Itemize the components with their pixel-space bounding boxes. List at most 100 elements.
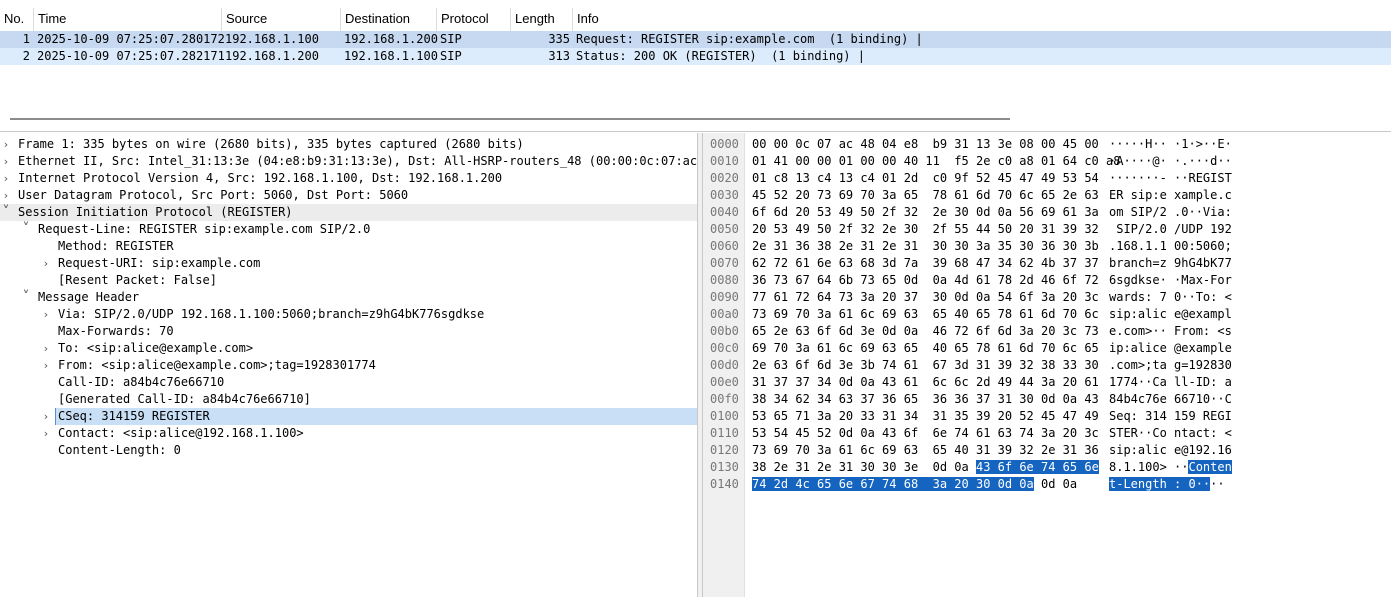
tree-node[interactable]: › Via: SIP/2.0/UDP 192.168.1.100:5060;bra… <box>0 306 697 323</box>
ascii-text[interactable]: sip:alic e@exampl <box>1109 306 1232 323</box>
hex-bytes[interactable]: 69 70 3a 61 6c 69 63 65 40 65 78 61 6d 7… <box>752 340 1099 357</box>
ascii-text[interactable]: e.com>·· From: <s <box>1109 323 1232 340</box>
packet-bytes-pane[interactable]: 0000 00 00 0c 07 ac 48 04 e8 b9 31 13 3e … <box>703 133 1391 597</box>
expand-arrow-icon[interactable]: ˅ <box>21 289 31 306</box>
hex-bytes[interactable]: 2e 63 6f 6d 3e 3b 74 61 67 3d 31 39 32 3… <box>752 357 1099 374</box>
hex-bytes[interactable]: 77 61 72 64 73 3a 20 37 30 0d 0a 54 6f 3… <box>752 289 1099 306</box>
packet-details-pane[interactable]: › Frame 1: 335 bytes on wire (2680 bits),… <box>0 133 697 597</box>
ascii-text[interactable]: ·A····@· ·.···d·· <box>1109 153 1232 170</box>
hex-bytes[interactable]: 53 54 45 52 0d 0a 43 6f 6e 74 61 63 74 3… <box>752 425 1099 442</box>
collapse-arrow-icon[interactable]: › <box>41 357 51 374</box>
hex-bytes[interactable]: 01 c8 13 c4 13 c4 01 2d c0 9f 52 45 47 4… <box>752 170 1099 187</box>
hex-bytes[interactable]: 2e 31 36 38 2e 31 2e 31 30 30 3a 35 30 3… <box>752 238 1099 255</box>
ascii-text[interactable]: 6sgdkse· ·Max-For <box>1109 272 1232 289</box>
hex-row[interactable]: 0070 62 72 61 6e 63 68 3d 7a 39 68 47 34 … <box>703 255 1391 272</box>
ascii-text[interactable]: ·······- ··REGIST <box>1109 170 1232 187</box>
hex-row[interactable]: 00e0 31 37 37 34 0d 0a 43 61 6c 6c 2d 49 … <box>703 374 1391 391</box>
hex-row[interactable]: 0100 53 65 71 3a 20 33 31 34 31 35 39 20 … <box>703 408 1391 425</box>
hex-row[interactable]: 0080 36 73 67 64 6b 73 65 0d 0a 4d 61 78 … <box>703 272 1391 289</box>
tree-node[interactable]: ˅ Message Header <box>0 289 697 306</box>
expand-arrow-icon[interactable]: ˅ <box>21 221 31 238</box>
hex-row[interactable]: 00c0 69 70 3a 61 6c 69 63 65 40 65 78 61 … <box>703 340 1391 357</box>
hex-row[interactable]: 0030 45 52 20 73 69 70 3a 65 78 61 6d 70 … <box>703 187 1391 204</box>
pane-divider[interactable] <box>0 131 1391 132</box>
hex-bytes[interactable]: 38 2e 31 2e 31 30 30 3e 0d 0a 43 6f 6e 7… <box>752 459 1099 476</box>
tree-node[interactable]: Method: REGISTER <box>0 238 697 255</box>
hex-bytes[interactable]: 74 2d 4c 65 6e 67 74 68 3a 20 30 0d 0a 0… <box>752 476 1077 493</box>
hex-row[interactable]: 0010 01 41 00 00 01 00 00 40 11 f5 2e c0 … <box>703 153 1391 170</box>
ascii-text[interactable]: SIP/2.0 /UDP 192 <box>1109 221 1232 238</box>
collapse-arrow-icon[interactable]: › <box>41 425 51 442</box>
tree-node[interactable]: [Generated Call-ID: a84b4c76e66710] <box>0 391 697 408</box>
ascii-text[interactable]: ER sip:e xample.c <box>1109 187 1232 204</box>
hex-bytes[interactable]: 31 37 37 34 0d 0a 43 61 6c 6c 2d 49 44 3… <box>752 374 1099 391</box>
collapse-arrow-icon[interactable]: › <box>41 255 51 272</box>
hex-row[interactable]: 0060 2e 31 36 38 2e 31 2e 31 30 30 3a 35 … <box>703 238 1391 255</box>
tree-node[interactable]: Call-ID: a84b4c76e66710 <box>0 374 697 391</box>
ascii-text[interactable]: sip:alic e@192.16 <box>1109 442 1232 459</box>
packet-list-pane[interactable]: No. Time Source Destination Protocol Len… <box>0 0 1391 120</box>
ascii-text[interactable]: branch=z 9hG4bK77 <box>1109 255 1232 272</box>
ascii-text[interactable]: t-Length : 0···· <box>1109 476 1225 493</box>
tree-node[interactable]: › To: <sip:alice@example.com> <box>0 340 697 357</box>
ascii-text[interactable]: 8.1.100> ··Conten <box>1109 459 1232 476</box>
collapse-arrow-icon[interactable]: › <box>41 408 51 425</box>
tree-node[interactable]: [Resent Packet: False] <box>0 272 697 289</box>
hex-row[interactable]: 00b0 65 2e 63 6f 6d 3e 0d 0a 46 72 6f 6d … <box>703 323 1391 340</box>
hex-bytes[interactable]: 00 00 0c 07 ac 48 04 e8 b9 31 13 3e 08 0… <box>752 136 1099 153</box>
ascii-text[interactable]: .com>;ta g=192830 <box>1109 357 1232 374</box>
hex-bytes[interactable]: 20 53 49 50 2f 32 2e 30 2f 55 44 50 20 3… <box>752 221 1099 238</box>
collapse-arrow-icon[interactable]: › <box>1 136 11 153</box>
tree-node[interactable]: › Contact: <sip:alice@192.168.1.100> <box>0 425 697 442</box>
column-header-length[interactable]: Length <box>511 8 573 32</box>
hex-row[interactable]: 0020 01 c8 13 c4 13 c4 01 2d c0 9f 52 45 … <box>703 170 1391 187</box>
hex-row[interactable]: 0120 73 69 70 3a 61 6c 69 63 65 40 31 39 … <box>703 442 1391 459</box>
ascii-text[interactable]: 84b4c76e 66710··C <box>1109 391 1232 408</box>
collapse-arrow-icon[interactable]: › <box>1 187 11 204</box>
ascii-text[interactable]: 1774··Ca ll-ID: a <box>1109 374 1232 391</box>
tree-node[interactable]: › Internet Protocol Version 4, Src: 192.1… <box>0 170 697 187</box>
hex-row[interactable]: 0130 38 2e 31 2e 31 30 30 3e 0d 0a 43 6f … <box>703 459 1391 476</box>
column-header-info[interactable]: Info <box>573 8 1391 32</box>
packet-row[interactable]: 1 2025-10-09 07:25:07.280172 192.168.1.1… <box>0 31 1391 48</box>
horizontal-scrollbar[interactable] <box>10 118 1010 120</box>
ascii-text[interactable]: ip:alice @example <box>1109 340 1232 357</box>
hex-row[interactable]: 00f0 38 34 62 34 63 37 36 65 36 36 37 31 … <box>703 391 1391 408</box>
hex-row[interactable]: 0110 53 54 45 52 0d 0a 43 6f 6e 74 61 63 … <box>703 425 1391 442</box>
tree-node[interactable]: › Ethernet II, Src: Intel_31:13:3e (04:e8… <box>0 153 697 170</box>
hex-bytes[interactable]: 38 34 62 34 63 37 36 65 36 36 37 31 30 0… <box>752 391 1099 408</box>
hex-row[interactable]: 0140 74 2d 4c 65 6e 67 74 68 3a 20 30 0d … <box>703 476 1391 493</box>
column-header-protocol[interactable]: Protocol <box>437 8 511 32</box>
tree-node[interactable]: ˅ Request-Line: REGISTER sip:example.com … <box>0 221 697 238</box>
tree-node[interactable]: › Frame 1: 335 bytes on wire (2680 bits),… <box>0 136 697 153</box>
column-header-destination[interactable]: Destination <box>341 8 437 32</box>
tree-node[interactable]: Max-Forwards: 70 <box>0 323 697 340</box>
ascii-text[interactable]: om SIP/2 .0··Via: <box>1109 204 1232 221</box>
hex-bytes[interactable]: 36 73 67 64 6b 73 65 0d 0a 4d 61 78 2d 4… <box>752 272 1099 289</box>
ascii-text[interactable]: wards: 7 0··To: < <box>1109 289 1232 306</box>
hex-bytes[interactable]: 45 52 20 73 69 70 3a 65 78 61 6d 70 6c 6… <box>752 187 1099 204</box>
hex-bytes[interactable]: 73 69 70 3a 61 6c 69 63 65 40 31 39 32 2… <box>752 442 1099 459</box>
hex-row[interactable]: 00a0 73 69 70 3a 61 6c 69 63 65 40 65 78 … <box>703 306 1391 323</box>
tree-node[interactable]: › Request-URI: sip:example.com <box>0 255 697 272</box>
ascii-text[interactable]: Seq: 314 159 REGI <box>1109 408 1232 425</box>
ascii-text[interactable]: ·····H·· ·1·>··E· <box>1109 136 1232 153</box>
tree-node[interactable]: › CSeq: 314159 REGISTER <box>0 408 697 425</box>
column-header-no[interactable]: No. <box>0 8 34 32</box>
collapse-arrow-icon[interactable]: › <box>1 153 11 170</box>
tree-node[interactable]: › From: <sip:alice@example.com>;tag=19283… <box>0 357 697 374</box>
hex-bytes[interactable]: 73 69 70 3a 61 6c 69 63 65 40 65 78 61 6… <box>752 306 1099 323</box>
ascii-text[interactable]: .168.1.1 00:5060; <box>1109 238 1232 255</box>
hex-bytes[interactable]: 65 2e 63 6f 6d 3e 0d 0a 46 72 6f 6d 3a 2… <box>752 323 1099 340</box>
hex-row[interactable]: 00d0 2e 63 6f 6d 3e 3b 74 61 67 3d 31 39 … <box>703 357 1391 374</box>
tree-node[interactable]: ˅ Session Initiation Protocol (REGISTER) <box>0 204 697 221</box>
hex-row[interactable]: 0090 77 61 72 64 73 3a 20 37 30 0d 0a 54 … <box>703 289 1391 306</box>
collapse-arrow-icon[interactable]: › <box>41 306 51 323</box>
hex-bytes[interactable]: 6f 6d 20 53 49 50 2f 32 2e 30 0d 0a 56 6… <box>752 204 1099 221</box>
column-header-source[interactable]: Source <box>222 8 341 32</box>
expand-arrow-icon[interactable]: ˅ <box>1 204 11 221</box>
collapse-arrow-icon[interactable]: › <box>41 340 51 357</box>
ascii-text[interactable]: STER··Co ntact: < <box>1109 425 1232 442</box>
hex-row[interactable]: 0000 00 00 0c 07 ac 48 04 e8 b9 31 13 3e … <box>703 136 1391 153</box>
tree-node[interactable]: › User Datagram Protocol, Src Port: 5060,… <box>0 187 697 204</box>
